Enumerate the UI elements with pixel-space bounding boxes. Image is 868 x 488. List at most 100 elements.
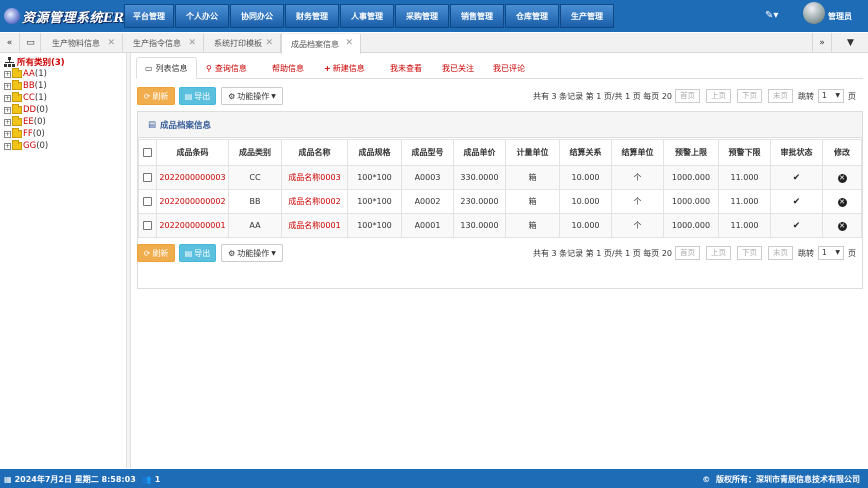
page-select[interactable]: 1 ▼	[818, 246, 844, 260]
cell-unit: 箱	[505, 165, 560, 190]
cell-name[interactable]: 成品名称0002	[281, 189, 348, 214]
tab-print-template[interactable]: 系统打印模板 ✕	[205, 34, 281, 53]
next-page-button[interactable]: 下页	[737, 246, 762, 260]
col-approval[interactable]: 审批状态	[770, 139, 823, 166]
row-checkbox[interactable]	[143, 173, 152, 182]
close-icon[interactable]: ✕	[188, 38, 196, 48]
table-row[interactable]: 2022000000001 AA 成品名称0001 100*100 A0001 …	[138, 213, 862, 238]
subtab-commented[interactable]: 我已评论	[493, 57, 525, 79]
nav-item-purchase[interactable]: 采购管理	[395, 4, 449, 28]
expand-icon[interactable]: +	[4, 82, 11, 90]
first-page-button[interactable]: 首页	[675, 89, 700, 103]
nav-item-platform[interactable]: 平台管理	[124, 4, 174, 28]
expand-icon[interactable]: +	[4, 118, 11, 126]
col-price[interactable]: 成品单价	[453, 139, 506, 166]
nav-item-production[interactable]: 生产管理	[560, 4, 614, 28]
cell-barcode[interactable]: 2022000000001	[156, 213, 229, 238]
expand-icon[interactable]: +	[4, 94, 11, 102]
cell-barcode[interactable]: 2022000000002	[156, 189, 229, 214]
col-spec[interactable]: 成品规格	[347, 139, 402, 166]
cell-unit: 箱	[505, 189, 560, 214]
functions-dropdown[interactable]: ⚙ 功能操作 ▼	[221, 87, 283, 105]
tree-root-label: 所有类别(3)	[17, 58, 65, 68]
subtab-list[interactable]: ▭ 列表信息	[136, 57, 197, 79]
tree-node-aa[interactable]: + AA (1)	[4, 68, 47, 80]
close-icon[interactable]: ✕	[345, 38, 353, 48]
expand-icon[interactable]: +	[4, 142, 11, 150]
tree-root[interactable]: 所有类别(3)	[4, 56, 65, 68]
tab-menu-icon[interactable]: ▼	[833, 33, 868, 53]
tree-node-cc[interactable]: + CC (1)	[4, 92, 47, 104]
functions-dropdown-bottom[interactable]: ⚙ 功能操作 ▼	[221, 244, 283, 262]
cell-name[interactable]: 成品名称0001	[281, 213, 348, 238]
close-icon[interactable]: ✕	[107, 38, 115, 48]
tree-node-bb[interactable]: + BB (1)	[4, 80, 47, 92]
col-name[interactable]: 成品名称	[281, 139, 348, 166]
subtab-query[interactable]: ⚲ 查询信息	[206, 57, 247, 79]
close-icon[interactable]: ✕	[265, 38, 273, 48]
nav-item-hr[interactable]: 人事管理	[340, 4, 394, 28]
username[interactable]: 管理员	[828, 11, 852, 22]
last-page-button[interactable]: 末页	[768, 89, 793, 103]
settings-wrench-icon[interactable]: ✎▾	[765, 10, 778, 21]
nav-item-finance[interactable]: 财务管理	[285, 4, 339, 28]
cell-name[interactable]: 成品名称0003	[281, 165, 348, 190]
col-settle-unit[interactable]: 结算单位	[611, 139, 664, 166]
avatar[interactable]	[803, 2, 825, 24]
nav-item-personal[interactable]: 个人办公	[175, 4, 229, 28]
sidebar-splitter[interactable]	[127, 53, 131, 468]
tree-node-count: (0)	[32, 129, 45, 139]
cell-barcode[interactable]: 2022000000003	[156, 165, 229, 190]
page-select[interactable]: 1 ▼	[818, 89, 844, 103]
desktop-icon[interactable]: ▭	[21, 33, 41, 53]
next-page-button[interactable]: 下页	[737, 89, 762, 103]
delete-icon[interactable]: ✕	[837, 197, 847, 207]
expand-icon[interactable]: +	[4, 130, 11, 138]
col-category[interactable]: 成品类别	[228, 139, 282, 166]
delete-icon[interactable]: ✕	[837, 173, 847, 183]
prev-page-button[interactable]: 上页	[706, 246, 731, 260]
tree-node-gg[interactable]: + GG (0)	[4, 140, 48, 152]
tree-node-label: CC	[23, 93, 35, 103]
tree-node-ff[interactable]: + FF (0)	[4, 128, 45, 140]
last-page-button[interactable]: 末页	[768, 246, 793, 260]
subtab-new[interactable]: + 新建信息	[324, 57, 365, 79]
tab-instruction[interactable]: 生产指令信息 ✕	[124, 34, 204, 53]
col-barcode[interactable]: 成品条码	[156, 139, 229, 166]
first-page-button[interactable]: 首页	[675, 246, 700, 260]
col-model[interactable]: 成品型号	[401, 139, 454, 166]
col-unit[interactable]: 计量单位	[505, 139, 560, 166]
nav-item-warehouse[interactable]: 仓库管理	[505, 4, 559, 28]
subtab-unviewed[interactable]: 我未查看	[390, 57, 422, 79]
export-button-bottom[interactable]: ▤ 导出	[179, 244, 216, 262]
table-header-row: 成品条码 成品类别 成品名称 成品规格 成品型号 成品单价 计量单位 结算关系 …	[138, 139, 862, 166]
nav-item-collab[interactable]: 协同办公	[230, 4, 284, 28]
tab-material[interactable]: 生产物料信息 ✕	[43, 34, 123, 53]
expand-icon[interactable]: +	[4, 70, 11, 78]
tree-node-count: (0)	[36, 105, 49, 115]
row-checkbox[interactable]	[143, 221, 152, 230]
prev-page-button[interactable]: 上页	[706, 89, 731, 103]
tree-node-dd[interactable]: + DD (0)	[4, 104, 48, 116]
subtab-help[interactable]: 帮助信息	[272, 57, 304, 79]
col-settle-ratio[interactable]: 结算关系	[559, 139, 612, 166]
tree-node-ee[interactable]: + EE (0)	[4, 116, 46, 128]
table-row[interactable]: 2022000000003 CC 成品名称0003 100*100 A0003 …	[138, 165, 862, 190]
row-checkbox[interactable]	[143, 197, 152, 206]
refresh-button[interactable]: ⟳ 刷新	[137, 87, 175, 105]
tab-product-archive[interactable]: 成品档案信息 ✕	[281, 34, 361, 54]
delete-icon[interactable]: ✕	[837, 221, 847, 231]
page-select-value: 1	[822, 91, 827, 100]
export-button[interactable]: ▤ 导出	[179, 87, 216, 105]
refresh-button-bottom[interactable]: ⟳ 刷新	[137, 244, 175, 262]
select-all-checkbox[interactable]	[143, 148, 152, 157]
tab-scroll-right-icon[interactable]: »	[812, 33, 832, 53]
col-warn-lower[interactable]: 预警下限	[718, 139, 771, 166]
expand-icon[interactable]: +	[4, 106, 11, 114]
subtab-followed[interactable]: 我已关注	[442, 57, 474, 79]
nav-item-sales[interactable]: 销售管理	[450, 4, 504, 28]
col-warn-upper[interactable]: 预警上限	[663, 139, 719, 166]
table-row[interactable]: 2022000000002 BB 成品名称0002 100*100 A0002 …	[138, 189, 862, 214]
col-edit[interactable]: 修改	[822, 139, 862, 166]
tab-scroll-left-icon[interactable]: «	[0, 33, 20, 53]
